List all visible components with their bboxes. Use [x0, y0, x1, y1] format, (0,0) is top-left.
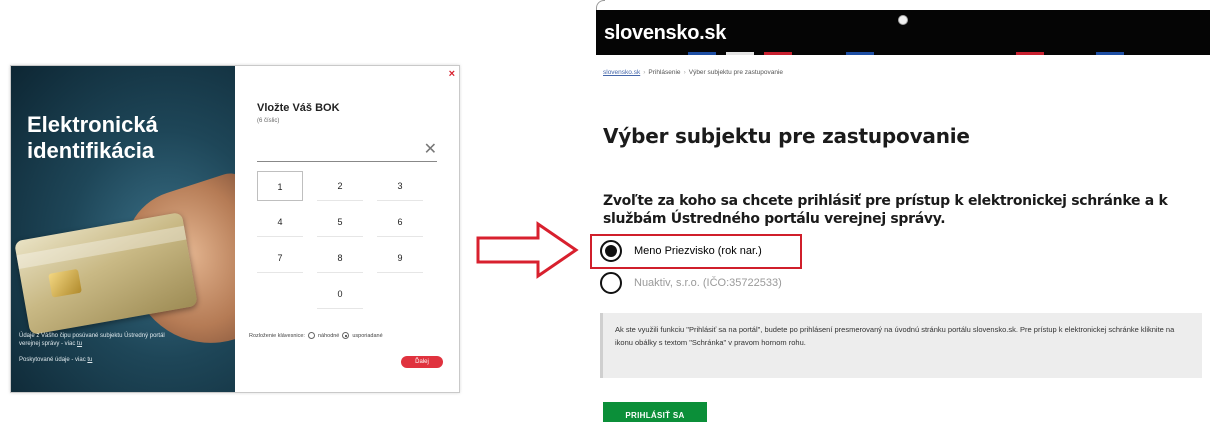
flag-stripe: [846, 52, 874, 55]
page-title: Výber subjektu pre zastupovanie: [603, 124, 970, 148]
key-7[interactable]: 7: [257, 243, 303, 273]
radio-random[interactable]: [307, 332, 315, 339]
flag-stripe: [726, 52, 754, 55]
breadcrumb-home[interactable]: slovensko.sk: [603, 69, 640, 76]
key-9[interactable]: 9: [377, 243, 423, 273]
flag-stripe: [688, 52, 716, 55]
info-box: Ak ste využili funkciu "Prihlásiť sa na …: [600, 313, 1202, 378]
bok-input[interactable]: ✕: [257, 142, 437, 162]
flag-stripe: [1096, 52, 1124, 55]
bok-subtitle: (6 číslic): [257, 118, 280, 124]
clear-icon[interactable]: ✕: [424, 142, 437, 158]
subject-option-person[interactable]: Meno Priezvisko (rok nar.): [600, 240, 762, 262]
breadcrumb-login[interactable]: Prihlásenie: [648, 69, 680, 76]
footnote-link[interactable]: tu: [77, 341, 82, 347]
flag-stripe: [764, 52, 792, 55]
next-button[interactable]: Ďalej: [401, 356, 443, 368]
key-1[interactable]: 1: [257, 171, 303, 201]
close-icon[interactable]: ×: [449, 68, 455, 80]
portal-header: slovensko.sk: [596, 10, 1210, 55]
eid-heading-line1: Elektronická: [27, 112, 158, 137]
key-0[interactable]: 0: [317, 279, 363, 309]
login-button[interactable]: PRIHLÁSIŤ SA: [603, 402, 707, 422]
eid-footnote-data: Údaje z Vášho čipu posúvané subjektu Úst…: [19, 333, 165, 347]
key-3[interactable]: 3: [377, 171, 423, 201]
eid-heading-line2: identifikácia: [27, 138, 155, 163]
key-2[interactable]: 2: [317, 171, 363, 201]
eid-banner: Elektronická identifikácia Údaje z Vášho…: [11, 66, 235, 392]
eid-footnote-provided: Poskytované údaje - viac tu: [19, 357, 93, 363]
cursor-dot: [898, 15, 908, 25]
key-5[interactable]: 5: [317, 207, 363, 237]
card-stripe: [16, 225, 187, 270]
key-8[interactable]: 8: [317, 243, 363, 273]
subject-option-company[interactable]: Nuaktiv, s.r.o. (IČO:35722533): [600, 272, 782, 294]
chevron-right-icon: ›: [683, 69, 686, 76]
bok-panel: × Vložte Váš BOK (6 číslic) ✕ 1 2 3 4 5 …: [235, 66, 461, 392]
breadcrumb: slovensko.sk › Prihlásenie › Výber subjektu …: [603, 69, 783, 76]
radio-ordered[interactable]: [342, 332, 350, 339]
key-4[interactable]: 4: [257, 207, 303, 237]
subject-option-label: Meno Priezvisko (rok nar.): [634, 245, 762, 257]
eid-dialog: Elektronická identifikácia Údaje z Vášho…: [10, 65, 460, 393]
subject-option-label: Nuaktiv, s.r.o. (IČO:35722533): [634, 277, 782, 289]
arrow-right-icon: [476, 221, 579, 279]
breadcrumb-current: Výber subjektu pre zastupovanie: [688, 69, 784, 76]
bok-title: Vložte Váš BOK: [257, 102, 340, 114]
keyboard-layout-label: Rozloženie klávesnice:: [249, 332, 305, 339]
chevron-right-icon: ›: [643, 69, 646, 76]
radio-company[interactable]: [600, 272, 622, 294]
flag-stripe: [1016, 52, 1044, 55]
subject-question: Zvoľte za koho sa chcete prihlásiť pre p…: [603, 193, 1168, 227]
portal-logo[interactable]: slovensko.sk: [604, 22, 726, 45]
radio-person[interactable]: [600, 240, 622, 262]
key-6[interactable]: 6: [377, 207, 423, 237]
keyboard-layout-row: Rozloženie klávesnice: náhodné usporiada…: [249, 332, 383, 339]
footnote-link[interactable]: tu: [87, 357, 92, 363]
card-chip: [48, 268, 82, 298]
window-edge: [596, 0, 605, 10]
radio-ordered-label: usporiadané: [352, 332, 383, 339]
eid-heading: Elektronická identifikácia: [27, 112, 158, 164]
radio-random-label: náhodné: [317, 332, 340, 339]
